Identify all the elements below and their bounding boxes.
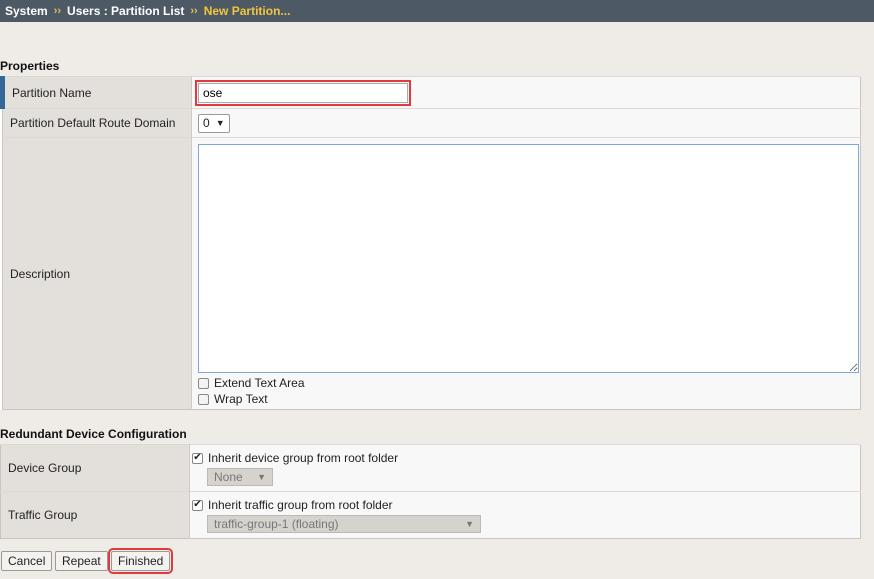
traffic-group-inherit-option[interactable]: ✔ Inherit traffic group from root folder [192, 497, 860, 513]
device-group-value: None [214, 470, 243, 484]
breadcrumb: System ›› Users : Partition List ›› New … [0, 0, 874, 22]
route-domain-label: Partition Default Route Domain [2, 108, 192, 138]
wrap-text-checkbox[interactable] [198, 393, 209, 405]
chevron-down-icon: ▼ [257, 472, 266, 482]
route-domain-value: 0 [203, 116, 210, 130]
device-group-label: Device Group [0, 444, 190, 492]
description-textarea[interactable] [198, 144, 859, 373]
properties-table: Partition Name Partition Default Route D… [0, 76, 861, 410]
extend-text-area-checkbox[interactable] [198, 377, 209, 389]
chevron-down-icon: ▼ [465, 519, 474, 529]
description-cell: Extend Text Area Wrap Text [191, 137, 861, 410]
traffic-group-label: Traffic Group [0, 491, 190, 539]
traffic-group-select: traffic-group-1 (floating) ▼ [207, 515, 481, 533]
traffic-group-cell: ✔ Inherit traffic group from root folder… [189, 491, 861, 539]
route-domain-cell: 0 ▼ [191, 108, 861, 138]
extend-text-area-label: Extend Text Area [214, 376, 305, 390]
traffic-group-value: traffic-group-1 (floating) [214, 517, 339, 531]
traffic-group-inherit-label: Inherit traffic group from root folder [208, 498, 393, 512]
breadcrumb-separator-icon: ›› [53, 5, 62, 17]
redundant-title: Redundant Device Configuration [0, 427, 187, 441]
finished-button[interactable]: Finished [107, 548, 174, 574]
check-icon[interactable]: ✔ [192, 499, 203, 511]
device-group-cell: ✔ Inherit device group from root folder … [189, 444, 861, 492]
device-group-inherit-label: Inherit device group from root folder [208, 451, 399, 465]
cancel-button[interactable]: Cancel [1, 551, 53, 571]
partition-name-cell [191, 76, 861, 109]
description-label: Description [2, 137, 192, 410]
breadcrumb-users[interactable]: Users : Partition List [67, 4, 184, 18]
properties-title: Properties [0, 59, 60, 73]
breadcrumb-separator-icon: ›› [190, 5, 198, 17]
repeat-button[interactable]: Repeat [55, 551, 108, 571]
wrap-text-label: Wrap Text [214, 392, 268, 406]
partition-name-label: Partition Name [0, 76, 192, 109]
device-group-select: None ▼ [207, 468, 273, 486]
chevron-down-icon: ▼ [215, 118, 225, 128]
extend-text-area-option[interactable]: Extend Text Area [198, 375, 860, 391]
check-icon[interactable]: ✔ [192, 452, 203, 464]
breadcrumb-system[interactable]: System [5, 4, 48, 18]
device-group-inherit-option[interactable]: ✔ Inherit device group from root folder [192, 450, 860, 466]
partition-name-input[interactable] [195, 79, 411, 106]
redundant-table: Device Group ✔ Inherit device group from… [0, 444, 861, 539]
wrap-text-option[interactable]: Wrap Text [198, 391, 860, 407]
breadcrumb-current: New Partition... [203, 4, 291, 18]
route-domain-select[interactable]: 0 ▼ [198, 113, 230, 133]
